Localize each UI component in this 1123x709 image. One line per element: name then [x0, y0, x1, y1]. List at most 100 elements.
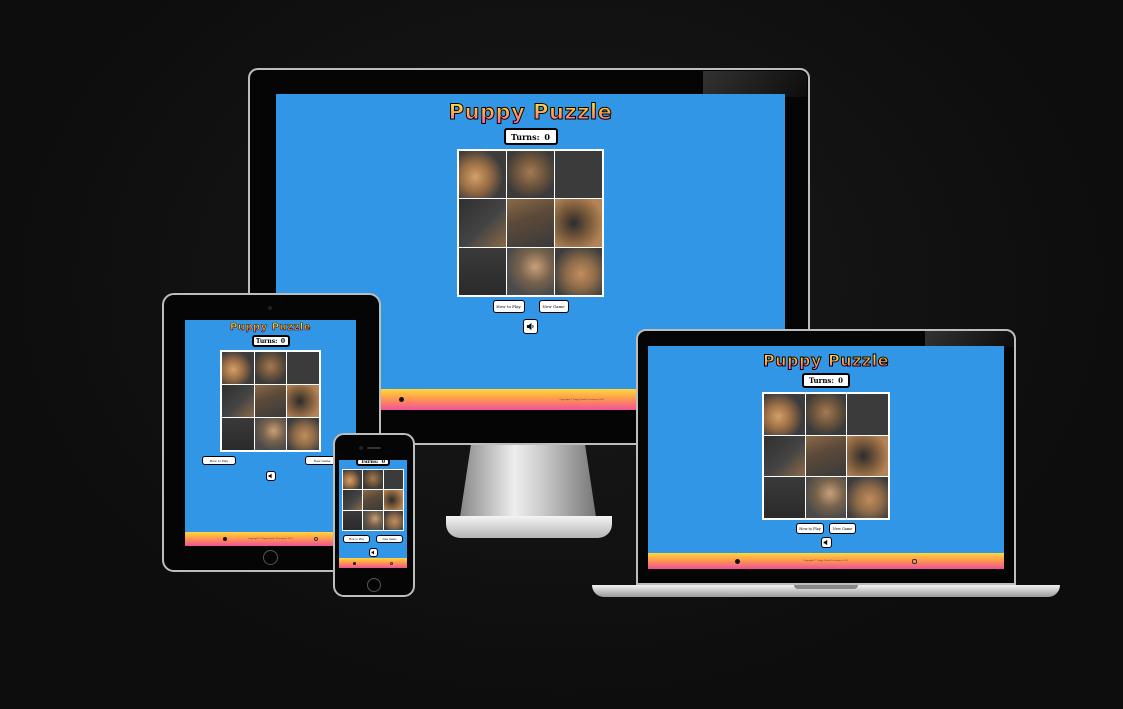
turns-value: 0 — [280, 337, 286, 345]
blank-tile[interactable] — [287, 352, 319, 384]
puzzle-tile[interactable] — [555, 247, 602, 295]
tablet-home-button — [263, 550, 278, 565]
tablet-camera — [268, 306, 272, 310]
copyright-text: Copyright © Puppy Puzzle Developers 2021 — [248, 538, 293, 540]
puzzle-tile[interactable] — [764, 394, 805, 435]
facebook-icon[interactable] — [735, 558, 740, 564]
speaker-icon — [823, 539, 827, 546]
puzzle-tile[interactable] — [459, 151, 506, 199]
puzzle-tile[interactable] — [383, 510, 403, 530]
puzzle-tile[interactable] — [254, 418, 287, 450]
puzzle-tile[interactable] — [363, 470, 383, 490]
new-game-button[interactable]: New Game — [829, 523, 856, 534]
page-footer: Copyright © Puppy Puzzle Developers 2021 — [648, 553, 1004, 569]
puzzle-tile[interactable] — [383, 490, 403, 510]
laptop-screen: Puppy Puzzle Turns: 0 How to Play New Ga… — [648, 346, 1004, 569]
puzzle-board — [457, 149, 604, 297]
button-row: How to Play New Game — [492, 300, 569, 313]
puzzle-tile[interactable] — [363, 490, 383, 510]
puzzle-tile[interactable] — [507, 151, 554, 199]
puzzle-tile[interactable] — [287, 385, 319, 417]
sound-toggle-button[interactable] — [820, 537, 832, 548]
puzzle-tile[interactable] — [222, 385, 254, 417]
sound-toggle-button[interactable] — [523, 319, 538, 334]
instagram-icon[interactable] — [313, 537, 318, 541]
instagram-icon[interactable] — [911, 558, 917, 564]
laptop-glare — [925, 331, 1014, 347]
puzzle-tile[interactable] — [764, 435, 805, 477]
facebook-icon[interactable] — [399, 397, 404, 402]
facebook-icon[interactable] — [353, 561, 356, 565]
turns-label: Turns: — [255, 337, 278, 345]
turns-counter: Turns: 0 — [251, 335, 290, 347]
puzzle-tile[interactable] — [555, 199, 602, 247]
speaker-icon — [526, 322, 534, 331]
button-row: How to Play New Game — [185, 456, 356, 465]
puzzle-tile[interactable] — [459, 247, 506, 295]
puzzle-tile[interactable] — [287, 418, 319, 450]
monitor-stand-base — [446, 516, 612, 538]
blank-tile[interactable] — [847, 394, 888, 435]
puzzle-board — [342, 469, 404, 531]
puzzle-tile[interactable] — [343, 510, 363, 530]
turns-counter: Turns: 0 — [802, 373, 850, 388]
speaker-icon — [371, 550, 374, 555]
phone-mockup: Turns: 0 How to Play New Game — [333, 433, 415, 597]
puzzle-tile[interactable] — [222, 352, 254, 384]
button-row: How to Play New Game — [339, 535, 407, 543]
turns-value: 0 — [838, 376, 844, 385]
turns-label: Turns: — [360, 460, 379, 465]
puzzle-tile[interactable] — [847, 477, 888, 518]
blank-tile[interactable] — [555, 151, 602, 199]
new-game-button[interactable]: New Game — [376, 535, 403, 543]
speaker-icon — [268, 473, 272, 479]
puzzle-tile[interactable] — [363, 510, 383, 530]
turns-counter: Turns: 0 — [356, 460, 390, 466]
puzzle-tile[interactable] — [343, 490, 363, 510]
tablet-screen: Puppy Puzzle Turns: 0 How to Play New Ga… — [185, 320, 356, 546]
page-footer: Copyright © Puppy Puzzle Developers 2021 — [185, 532, 356, 546]
laptop-notch — [794, 585, 858, 589]
how-to-play-button[interactable]: How to Play — [202, 456, 236, 465]
turns-value: 0 — [381, 460, 386, 465]
how-to-play-button[interactable]: How to Play — [492, 300, 525, 313]
new-game-button[interactable]: New Game — [538, 300, 569, 313]
turns-counter: Turns: 0 — [503, 128, 558, 145]
how-to-play-button[interactable]: How to Play — [343, 535, 370, 543]
puzzle-board — [762, 392, 890, 520]
phone-camera — [359, 446, 363, 450]
puzzle-tile[interactable] — [254, 385, 287, 417]
puzzle-tile[interactable] — [805, 477, 847, 518]
turns-label: Turns: — [511, 131, 540, 142]
puzzle-tile[interactable] — [459, 199, 506, 247]
turns-label: Turns: — [808, 376, 834, 385]
how-to-play-button[interactable]: How to Play — [796, 523, 824, 534]
phone-screen: Turns: 0 How to Play New Game — [339, 460, 407, 568]
puzzle-tile[interactable] — [222, 418, 254, 450]
puzzle-tile[interactable] — [507, 199, 554, 247]
monitor-stand — [460, 445, 596, 517]
copyright-text: Copyright © Puppy Puzzle Developers 2021 — [803, 560, 849, 562]
puzzle-tile[interactable] — [507, 247, 554, 295]
game-title: Puppy Puzzle — [448, 100, 613, 125]
sound-toggle-button[interactable] — [265, 471, 276, 481]
puzzle-tile[interactable] — [847, 435, 888, 477]
button-row: How to Play New Game — [796, 523, 856, 534]
puzzle-tile[interactable] — [805, 394, 847, 435]
sound-toggle-button[interactable] — [368, 548, 378, 557]
page-footer — [339, 558, 407, 568]
puzzle-board — [220, 350, 321, 452]
puzzle-tile[interactable] — [764, 477, 805, 518]
puzzle-tile[interactable] — [343, 470, 363, 490]
phone-speaker — [367, 447, 381, 449]
phone-home-button — [367, 578, 381, 592]
puzzle-tile[interactable] — [805, 435, 847, 477]
facebook-icon[interactable] — [223, 537, 227, 541]
game-title: Puppy Puzzle — [762, 351, 890, 371]
instagram-icon[interactable] — [390, 561, 393, 565]
laptop-mockup: Puppy Puzzle Turns: 0 How to Play New Ga… — [592, 329, 1060, 605]
blank-tile[interactable] — [383, 470, 403, 490]
turns-value: 0 — [544, 131, 550, 142]
game-title: Puppy Puzzle — [229, 322, 312, 334]
puzzle-tile[interactable] — [254, 352, 287, 384]
